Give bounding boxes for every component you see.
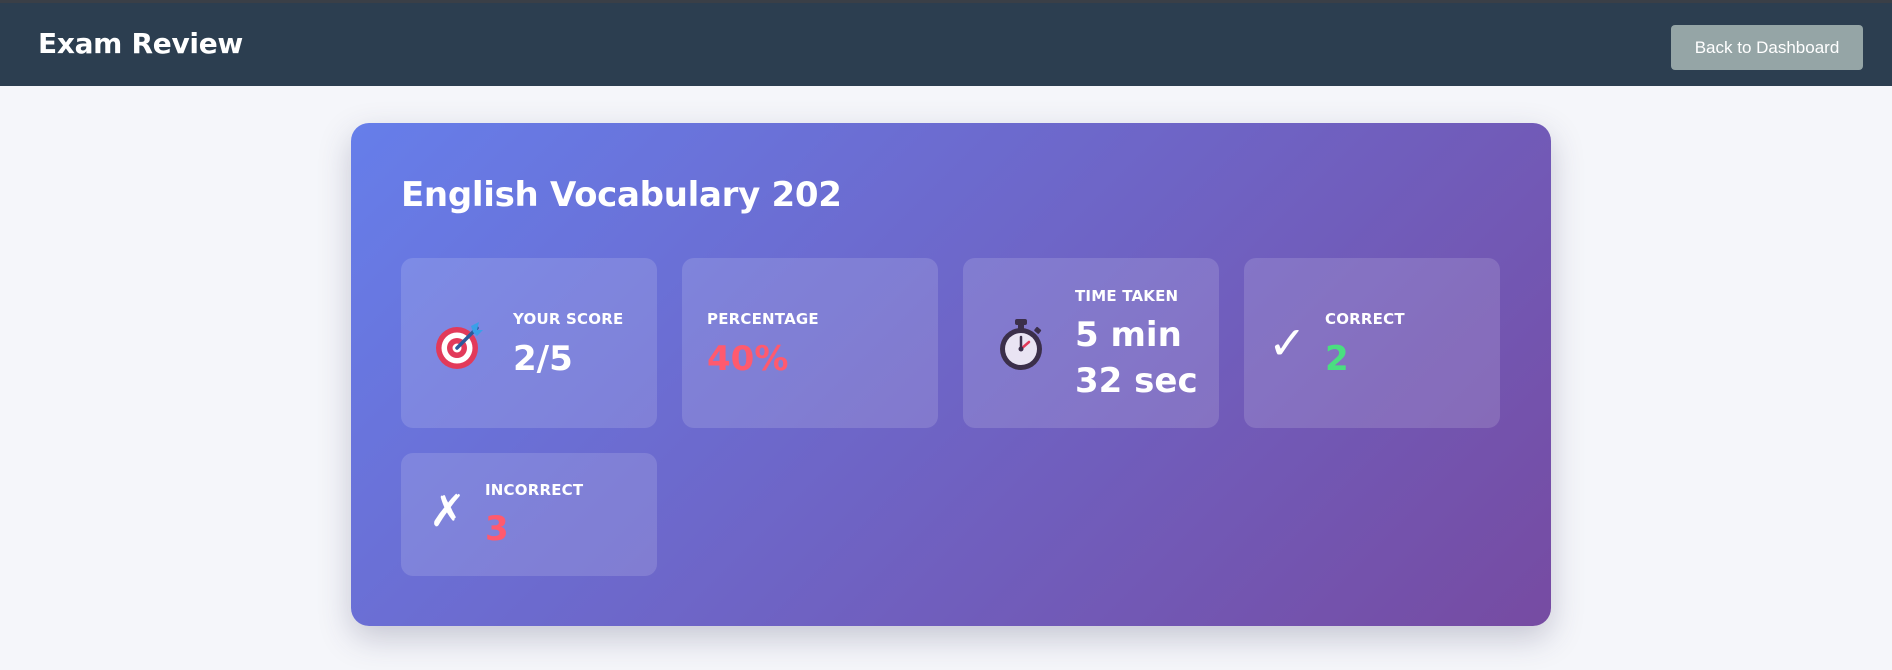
check-icon: ✓: [1268, 316, 1307, 370]
exam-summary-card: English Vocabulary 202 Your Score 2/5 Pe…: [351, 123, 1551, 626]
stat-card-percentage: Percentage 40%: [682, 258, 938, 428]
incorrect-label: Incorrect: [485, 481, 584, 499]
incorrect-value: 3: [485, 509, 509, 549]
top-header: Exam Review Back to Dashboard: [0, 0, 1892, 86]
stat-card-time: Time Taken 5 min 32 sec: [963, 258, 1219, 428]
stat-card-score: Your Score 2/5: [401, 258, 657, 428]
score-value: 2/5: [513, 339, 573, 379]
score-label: Your Score: [513, 310, 624, 328]
correct-label: Correct: [1325, 310, 1405, 328]
time-value-seconds: 32 sec: [1075, 361, 1198, 401]
stat-card-correct: ✓ Correct 2: [1244, 258, 1500, 428]
stat-card-incorrect: ✗ Incorrect 3: [401, 453, 657, 576]
percentage-label: Percentage: [707, 310, 819, 328]
stopwatch-icon: [1000, 319, 1042, 370]
target-icon: [436, 322, 483, 369]
x-icon: ✗: [429, 486, 466, 537]
time-value-minutes: 5 min: [1075, 315, 1182, 355]
back-to-dashboard-button[interactable]: Back to Dashboard: [1671, 25, 1863, 70]
correct-value: 2: [1325, 339, 1349, 379]
time-label: Time Taken: [1075, 287, 1179, 305]
exam-title: English Vocabulary 202: [401, 175, 842, 215]
percentage-value: 40%: [707, 339, 789, 379]
page-title: Exam Review: [38, 27, 243, 60]
